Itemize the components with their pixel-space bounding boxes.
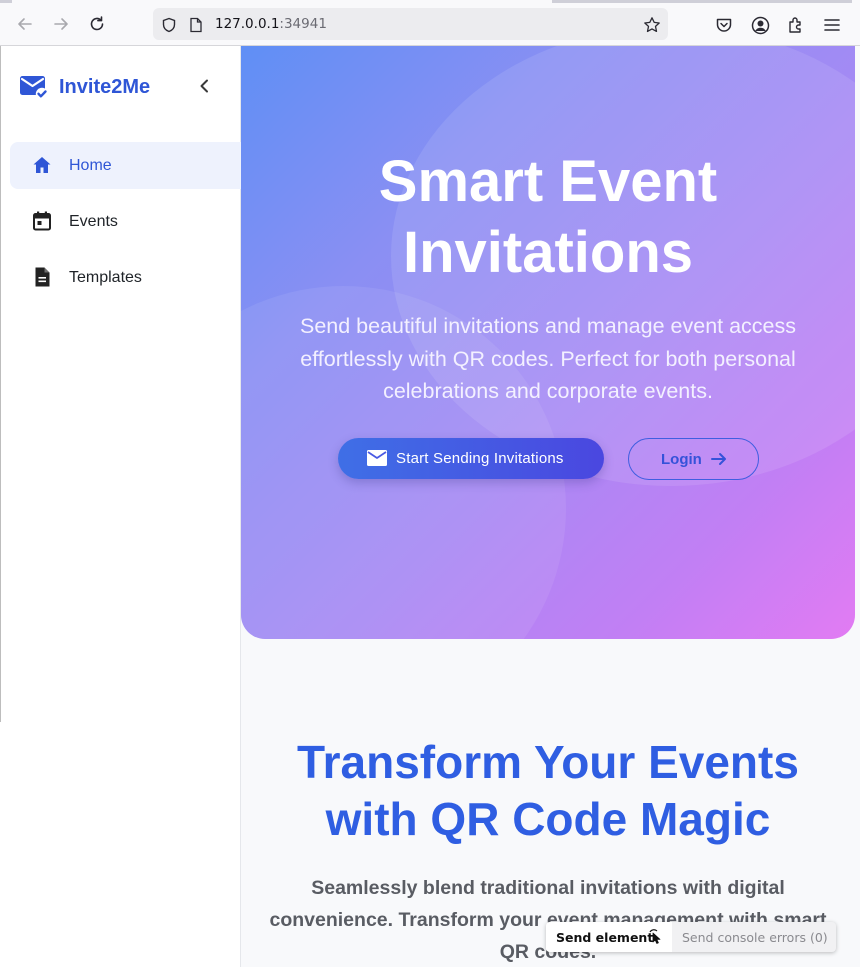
dev-toolbar: Send element Send console errors (0) bbox=[546, 922, 836, 952]
sidebar-item-home[interactable]: Home bbox=[10, 142, 241, 189]
reload-icon bbox=[90, 16, 104, 31]
url-text[interactable]: 127.0.0.1:34941 bbox=[215, 16, 327, 32]
url-port: :34941 bbox=[279, 16, 327, 32]
main-content: Smart Event Invitations Send beautiful i… bbox=[241, 46, 860, 967]
calendar-icon bbox=[33, 211, 51, 231]
section-title-line: with QR Code Magic bbox=[325, 793, 771, 845]
section-subtitle: Seamlessly blend traditional invitations… bbox=[269, 877, 827, 963]
hero-title-line: Invitations bbox=[402, 220, 694, 285]
home-icon bbox=[33, 157, 51, 173]
send-element-label: Send element bbox=[556, 930, 654, 945]
document-icon bbox=[35, 267, 50, 287]
back-arrow-icon bbox=[18, 18, 32, 30]
hero-subtitle: Send beautiful invitations and manage ev… bbox=[299, 314, 797, 403]
sidebar-item-label: Templates bbox=[69, 269, 142, 286]
tab-edge bbox=[0, 0, 12, 3]
forward-arrow-icon bbox=[54, 18, 68, 30]
sidebar-item-templates[interactable]: Templates bbox=[10, 254, 241, 301]
bookmark-star-icon[interactable] bbox=[642, 15, 662, 35]
brand-name: Invite2Me bbox=[59, 75, 151, 98]
button-label: Start Sending Invitations bbox=[396, 450, 564, 467]
section-title-line: Transform Your Events bbox=[297, 736, 799, 788]
hero-title: Smart Event Invitations bbox=[241, 146, 855, 288]
sidebar-item-label: Home bbox=[69, 157, 112, 174]
brand-logo[interactable]: Invite2Me bbox=[19, 74, 150, 100]
login-button[interactable]: Login bbox=[628, 438, 759, 480]
reload-button[interactable] bbox=[85, 12, 109, 36]
sidebar-item-events[interactable]: Events bbox=[10, 198, 241, 245]
sidebar: Invite2Me Home Events Templates bbox=[1, 46, 241, 967]
extensions-icon[interactable] bbox=[786, 15, 806, 35]
shield-icon[interactable] bbox=[160, 16, 178, 34]
pocket-icon[interactable] bbox=[714, 15, 734, 35]
address-bar[interactable]: 127.0.0.1:34941 bbox=[153, 8, 668, 40]
page-icon[interactable] bbox=[188, 16, 204, 34]
browser-toolbar: 127.0.0.1:34941 bbox=[0, 0, 860, 46]
mail-icon bbox=[367, 450, 387, 466]
start-sending-invitations-button[interactable]: Start Sending Invitations bbox=[338, 438, 604, 479]
send-console-errors-button[interactable]: Send console errors (0) bbox=[682, 930, 828, 945]
mail-check-icon bbox=[20, 76, 49, 100]
pointer-click-icon bbox=[649, 929, 661, 944]
tab-strip bbox=[0, 0, 860, 3]
section-title: Transform Your Events with QR Code Magic bbox=[241, 734, 855, 848]
back-button[interactable] bbox=[13, 12, 37, 36]
menu-icon[interactable] bbox=[822, 15, 842, 35]
url-host: 127.0.0.1 bbox=[215, 16, 280, 32]
forward-button[interactable] bbox=[49, 12, 73, 36]
hero-title-line: Smart Event bbox=[378, 149, 718, 214]
collapse-sidebar-button[interactable] bbox=[195, 76, 215, 96]
account-icon[interactable] bbox=[750, 15, 770, 35]
tab-edge bbox=[552, 0, 852, 3]
sidebar-item-label: Events bbox=[69, 213, 118, 230]
chevron-left-icon bbox=[200, 79, 208, 93]
hero-section: Smart Event Invitations Send beautiful i… bbox=[241, 46, 855, 639]
button-label: Login bbox=[661, 451, 702, 468]
send-element-button[interactable]: Send element bbox=[546, 922, 672, 952]
arrow-right-icon bbox=[711, 453, 726, 465]
